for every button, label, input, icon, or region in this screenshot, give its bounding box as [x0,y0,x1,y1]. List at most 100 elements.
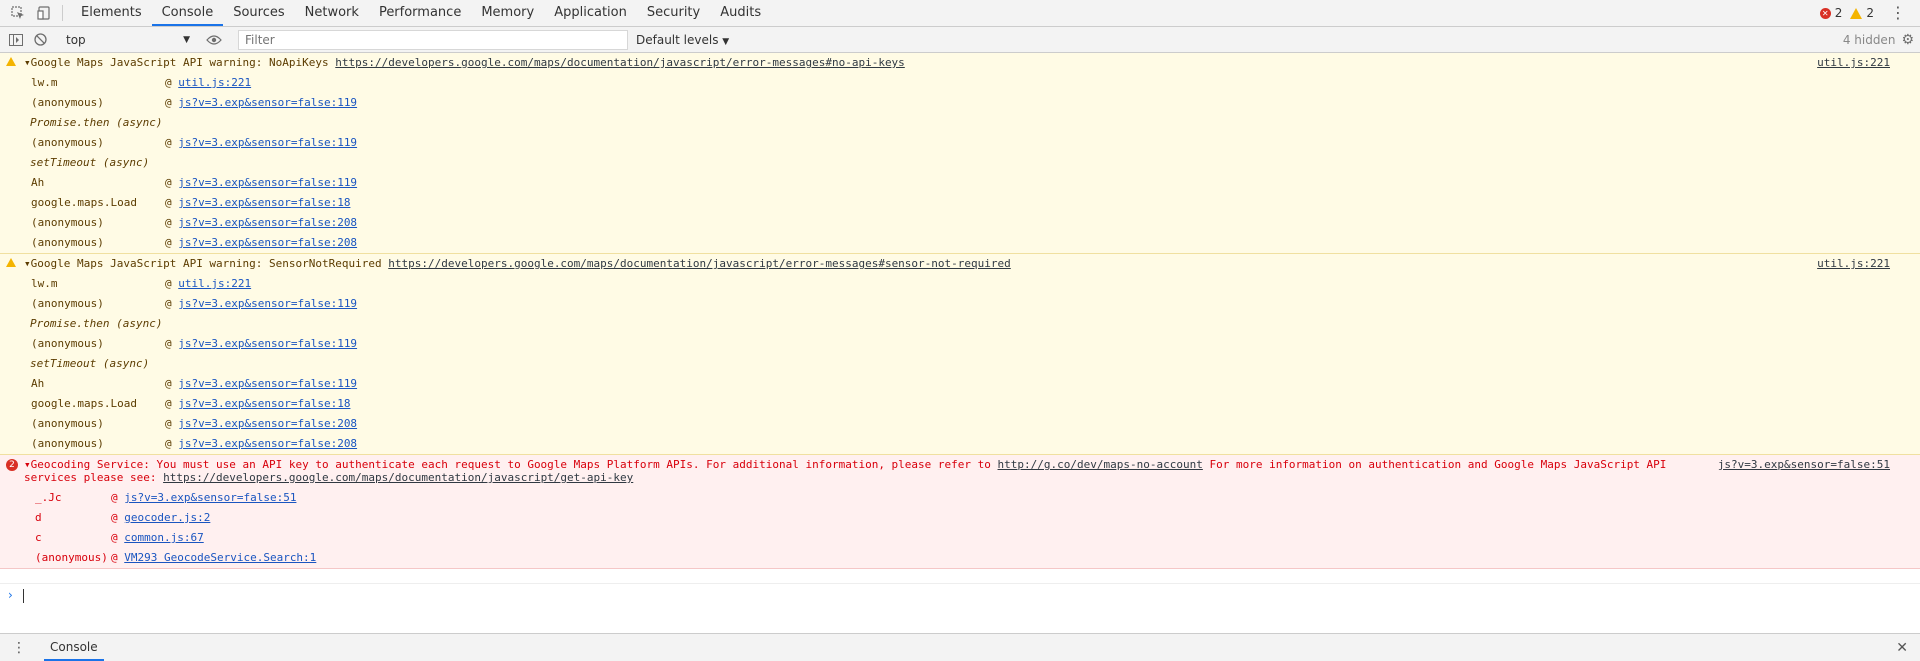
stack-frame: (anonymous) @ js?v=3.exp&sensor=false:119 [0,294,1920,314]
stack-frame: (anonymous) @ js?v=3.exp&sensor=false:119 [0,133,1920,153]
stack-location-link[interactable]: common.js:67 [124,531,203,544]
stack-location-link[interactable]: util.js:221 [178,76,251,89]
warning-message: ▾Google Maps JavaScript API warning: NoA… [0,53,1920,254]
stack-location-link[interactable]: js?v=3.exp&sensor=false:119 [178,337,357,350]
error-count-icon: ✕ [1819,7,1831,19]
warning-icon [6,57,16,66]
tab-application[interactable]: Application [544,0,637,26]
tab-performance[interactable]: Performance [369,0,471,26]
device-toolbar-icon[interactable] [36,5,52,21]
stack-frame: (anonymous) @ js?v=3.exp&sensor=false:208 [0,414,1920,434]
stack-frame: Ah @ js?v=3.exp&sensor=false:119 [0,374,1920,394]
message-link[interactable]: https://developers.google.com/maps/docum… [388,257,1011,270]
chevron-down-icon: ▼ [722,36,730,47]
stack-location: @ js?v=3.exp&sensor=false:119 [165,96,358,109]
drawer-bar: ⋮ Console ✕ [0,633,1920,661]
stack-location-link[interactable]: js?v=3.exp&sensor=false:119 [178,136,357,149]
error-message: 2 ▾Geocoding Service: You must use an API… [0,455,1920,569]
stack-location-link[interactable]: js?v=3.exp&sensor=false:119 [178,297,357,310]
stack-location: @ js?v=3.exp&sensor=false:119 [165,176,358,189]
warning-triangle-icon [6,258,16,267]
stack-frame: lw.m @ util.js:221 [0,274,1920,294]
more-options-icon[interactable]: ⋮ [1890,5,1906,21]
stack-location: @ js?v=3.exp&sensor=false:18 [165,397,351,410]
clear-console-icon[interactable] [32,32,48,48]
expand-triangle-icon[interactable]: ▾ [24,458,31,471]
expand-triangle-icon[interactable]: ▾ [24,257,31,270]
tab-sources[interactable]: Sources [223,0,294,26]
stack-location-link[interactable]: js?v=3.exp&sensor=false:119 [178,377,357,390]
stack-location-link[interactable]: js?v=3.exp&sensor=false:119 [178,176,357,189]
stack-location-link[interactable]: js?v=3.exp&sensor=false:119 [178,96,357,109]
source-location-link[interactable]: util.js:221 [1817,257,1890,271]
stack-frame: Promise.then (async) [0,314,1920,334]
message-link[interactable]: https://developers.google.com/maps/docum… [335,56,905,69]
stack-frame: setTimeout (async) [0,354,1920,374]
issue-counters[interactable]: ✕ 2 2 ⋮ [1819,5,1920,21]
prompt-chevron-icon: › [8,588,13,602]
stack-location-link[interactable]: js?v=3.exp&sensor=false:208 [178,236,357,249]
message-link[interactable]: http://g.co/dev/maps-no-account [998,458,1203,471]
tab-audits[interactable]: Audits [710,0,771,26]
message-header[interactable]: ▾Google Maps JavaScript API warning: Sen… [0,254,1920,274]
tab-security[interactable]: Security [637,0,710,26]
stack-function-name: (anonymous) [35,551,108,564]
tab-memory[interactable]: Memory [471,0,544,26]
stack-location-link[interactable]: js?v=3.exp&sensor=false:208 [178,417,357,430]
eye-icon[interactable] [206,32,222,48]
tab-elements[interactable]: Elements [71,0,152,26]
stack-function-name: (anonymous) [31,337,104,350]
stack-function-name: d [35,511,42,524]
stack-function-name: setTimeout (async) [30,357,150,370]
source-location-link[interactable]: util.js:221 [1817,56,1890,70]
expand-triangle-icon[interactable]: ▾ [24,56,31,69]
stack-function-name: (anonymous) [31,216,104,229]
drawer-menu-icon[interactable]: ⋮ [12,640,26,656]
stack-function-name: (anonymous) [31,437,104,450]
message-header[interactable]: ▾Google Maps JavaScript API warning: NoA… [0,53,1920,73]
stack-frame: c @ common.js:67 [0,528,1920,548]
text-caret [23,589,24,603]
message-link[interactable]: https://developers.google.com/maps/docum… [163,471,633,484]
stack-frame: lw.m @ util.js:221 [0,73,1920,93]
warning-message: ▾Google Maps JavaScript API warning: Sen… [0,254,1920,455]
stack-location: @ js?v=3.exp&sensor=false:208 [165,236,358,249]
stack-function-name: setTimeout (async) [30,156,150,169]
message-continuation: services please see: https://developers.… [0,471,1920,488]
stack-location-link[interactable]: js?v=3.exp&sensor=false:51 [124,491,296,504]
stack-location-link[interactable]: js?v=3.exp&sensor=false:18 [178,196,350,209]
show-sidebar-icon[interactable] [8,32,24,48]
tab-console[interactable]: Console [151,0,224,26]
tab-network[interactable]: Network [295,0,369,26]
message-text: Geocoding Service: You must use an API k… [30,458,998,471]
stack-frame: (anonymous) @ js?v=3.exp&sensor=false:119 [0,93,1920,113]
stack-location-link[interactable]: VM293 GeocodeService.Search:1 [124,551,316,564]
stack-function-name: google.maps.Load [31,196,137,209]
warning-icon [6,258,16,267]
drawer-tab-console[interactable]: Console [44,634,104,661]
stack-location: @ js?v=3.exp&sensor=false:208 [165,417,358,430]
stack-function-name: lw.m [31,277,58,290]
gear-icon[interactable]: ⚙ [1901,32,1920,48]
filter-input[interactable] [238,29,628,50]
error-count: 2 [1834,6,1843,20]
stack-location-link[interactable]: js?v=3.exp&sensor=false:18 [178,397,350,410]
stack-location-link[interactable]: js?v=3.exp&sensor=false:208 [178,437,357,450]
console-prompt[interactable]: › [0,583,1920,608]
stack-location-link[interactable]: util.js:221 [178,277,251,290]
close-icon[interactable]: ✕ [1896,640,1908,656]
hidden-count: 4 hidden [1842,32,1896,47]
source-location-link[interactable]: js?v=3.exp&sensor=false:51 [1718,458,1890,472]
context-selector[interactable]: top ▼ [66,31,190,49]
stack-function-name: Promise.then (async) [30,116,163,129]
stack-frame: (anonymous) @ VM293 GeocodeService.Search… [0,548,1920,568]
stack-location-link[interactable]: js?v=3.exp&sensor=false:208 [178,216,357,229]
inspect-element-icon[interactable] [10,5,26,21]
stack-location-link[interactable]: geocoder.js:2 [124,511,210,524]
stack-location: @ js?v=3.exp&sensor=false:119 [165,297,358,310]
devtools-tab-bar: Elements Console Sources Network Perform… [0,0,1920,27]
warning-count-icon [1850,7,1863,19]
stack-function-name: (anonymous) [31,136,104,149]
stack-function-name: (anonymous) [31,96,104,109]
log-levels-dropdown[interactable]: Default levels ▼ [636,33,729,47]
